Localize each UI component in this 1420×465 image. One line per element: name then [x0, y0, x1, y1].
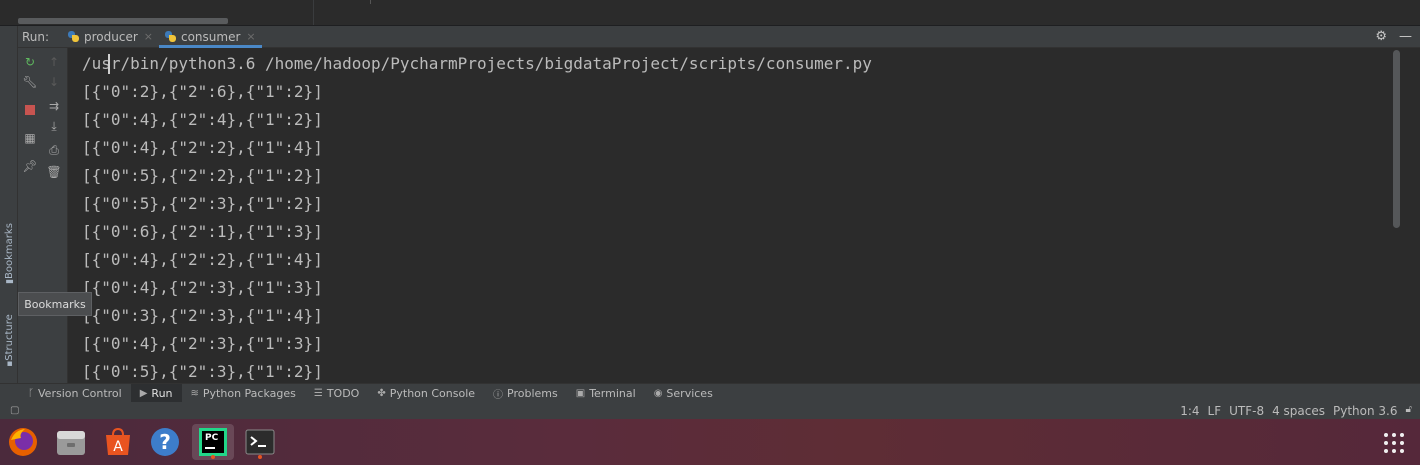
bookmark-icon: ▮	[4, 278, 15, 284]
tool-window-label: Problems	[507, 386, 558, 400]
console-output-line: [{"0":4},{"2":3},{"1":3}]	[82, 334, 323, 353]
software-center-icon[interactable]: A	[100, 424, 136, 460]
tool-window-python-console[interactable]: ✤ Python Console	[368, 384, 484, 403]
down-arrow-icon[interactable]: ↓	[42, 73, 66, 91]
console-output-line: [{"0":3},{"2":3},{"1":4}]	[82, 306, 323, 325]
tool-window-todo[interactable]: ☰ TODO	[305, 384, 368, 403]
tool-window-label: TODO	[326, 386, 360, 400]
list-icon: ☰	[313, 387, 323, 399]
console-output-line: [{"0":5},{"2":3},{"1":2}]	[82, 362, 323, 381]
divider	[313, 0, 314, 26]
rerun-icon[interactable]: ↻	[18, 53, 42, 71]
window-toggle-icon[interactable]: ▢	[0, 405, 19, 416]
pycharm-icon[interactable]: PC	[192, 424, 234, 460]
minimize-icon[interactable]: —	[1399, 29, 1412, 44]
info-icon: ⓘ	[493, 389, 504, 401]
files-icon[interactable]	[53, 424, 89, 460]
divider	[370, 0, 371, 4]
running-indicator	[211, 455, 215, 459]
structure-label: Structure	[3, 313, 15, 361]
console-output-line: [{"0":4},{"2":2},{"1":4}]	[82, 138, 323, 157]
editor-top-strip	[0, 0, 1420, 26]
indent-setting[interactable]: 4 spaces	[1272, 404, 1325, 418]
tool-window-label: Run	[151, 386, 173, 400]
status-bar: ▢ 1:4 LF UTF-8 4 spaces Python 3.6 🔓︎	[0, 402, 1420, 419]
vertical-scrollbar-thumb[interactable]	[1393, 50, 1400, 228]
services-icon: ◉	[653, 387, 663, 399]
tab-consumer[interactable]: consumer ×	[158, 26, 262, 48]
terminal-icon[interactable]	[242, 424, 278, 460]
python-icon	[164, 30, 177, 43]
layers-icon: ≋	[190, 387, 199, 399]
svg-text:?: ?	[159, 430, 171, 454]
pycharm-badge: PC	[205, 433, 219, 443]
python-icon	[68, 30, 80, 43]
text-caret	[108, 54, 110, 74]
console-output-line: [{"0":4},{"2":4},{"1":2}]	[82, 110, 323, 129]
tool-window-version-control[interactable]: ᚴ Version Control	[0, 384, 131, 403]
running-indicator	[258, 455, 262, 459]
tool-window-label: Version Control	[38, 386, 122, 400]
console-output-line: [{"0":2},{"2":6},{"1":2}]	[82, 82, 323, 101]
tool-window-terminal[interactable]: ▣ Terminal	[567, 384, 645, 403]
gear-icon[interactable]: ⚙	[1375, 29, 1387, 44]
trash-icon[interactable]: 🗑︎	[42, 163, 66, 181]
soft-wrap-icon[interactable]: ⇉	[42, 97, 66, 115]
console-output-line: [{"0":5},{"2":2},{"1":2}]	[82, 166, 323, 185]
scroll-to-end-icon[interactable]: ⤓	[42, 117, 66, 135]
horizontal-scrollbar[interactable]	[18, 18, 228, 24]
pin-icon[interactable]: 📌︎	[18, 157, 42, 175]
up-arrow-icon[interactable]: ↑	[42, 53, 66, 71]
console-output-line: [{"0":4},{"2":3},{"1":3}]	[82, 278, 323, 297]
tool-window-label: Terminal	[589, 386, 636, 400]
layout-icon[interactable]: ▦	[18, 129, 42, 147]
show-applications-icon[interactable]	[1384, 433, 1404, 453]
run-tool-header: Run: producer × consumer × ⚙ —	[18, 26, 1420, 48]
tool-window-problems[interactable]: ⓘ Problems	[484, 384, 567, 403]
structure-stripe-button[interactable]: ▪ Structure	[0, 305, 18, 375]
run-label: Run:	[22, 29, 50, 44]
console-output-line: [{"0":4},{"2":2},{"1":4}]	[82, 250, 323, 269]
line-separator[interactable]: LF	[1208, 404, 1222, 418]
firefox-icon[interactable]	[5, 424, 41, 460]
run-icon: ▶	[139, 387, 148, 399]
tool-window-bar: ᚴ Version Control ▶ Run ≋ Python Package…	[0, 383, 1420, 403]
structure-icon: ▪	[4, 360, 15, 367]
python-icon: ✤	[377, 387, 386, 399]
console-command-line: /usr/bin/python3.6 /home/hadoop/PycharmP…	[82, 54, 872, 73]
print-icon[interactable]: ⎙	[42, 141, 66, 159]
svg-text:A: A	[113, 439, 123, 455]
bookmarks-tooltip: Bookmarks	[18, 292, 92, 316]
python-interpreter[interactable]: Python 3.6	[1333, 404, 1398, 418]
help-icon[interactable]: ?	[147, 424, 183, 460]
console-output-line: [{"0":5},{"2":3},{"1":2}]	[82, 194, 323, 213]
console-output[interactable]: /usr/bin/python3.6 /home/hadoop/PycharmP…	[68, 48, 1392, 383]
file-encoding[interactable]: UTF-8	[1229, 404, 1264, 418]
close-icon[interactable]: ×	[144, 30, 153, 43]
tool-window-python-packages[interactable]: ≋ Python Packages	[182, 384, 305, 403]
tool-window-label: Python Console	[389, 386, 476, 400]
bookmarks-stripe-button[interactable]: ▮ Bookmarks	[0, 218, 18, 288]
caret-position[interactable]: 1:4	[1180, 404, 1199, 418]
tool-window-label: Python Packages	[202, 386, 296, 400]
close-icon[interactable]: ×	[246, 30, 255, 43]
tool-window-services[interactable]: ◉ Services	[645, 384, 722, 403]
ubuntu-dock: A ? PC	[0, 419, 1420, 465]
console-toolbar: ↑ ↓ ⇉ ⤓ ⎙ 🗑︎	[42, 48, 68, 383]
stop-icon[interactable]	[18, 101, 42, 119]
tab-label: consumer	[180, 29, 241, 44]
tool-window-run[interactable]: ▶ Run	[130, 383, 182, 403]
branch-icon: ᚴ	[28, 387, 34, 399]
tab-producer[interactable]: producer ×	[62, 26, 159, 48]
console-output-line: [{"0":6},{"2":1},{"1":3}]	[82, 222, 323, 241]
tool-window-label: Services	[666, 386, 713, 400]
bookmarks-label: Bookmarks	[3, 222, 15, 279]
tab-label: producer	[84, 29, 138, 44]
lock-icon[interactable]: 🔓︎	[1406, 404, 1412, 418]
run-toolbar: ↻ 🔧︎ ▦ 📌︎	[18, 48, 42, 383]
terminal-icon: ▣	[575, 387, 586, 399]
wrench-icon[interactable]: 🔧︎	[18, 73, 42, 91]
